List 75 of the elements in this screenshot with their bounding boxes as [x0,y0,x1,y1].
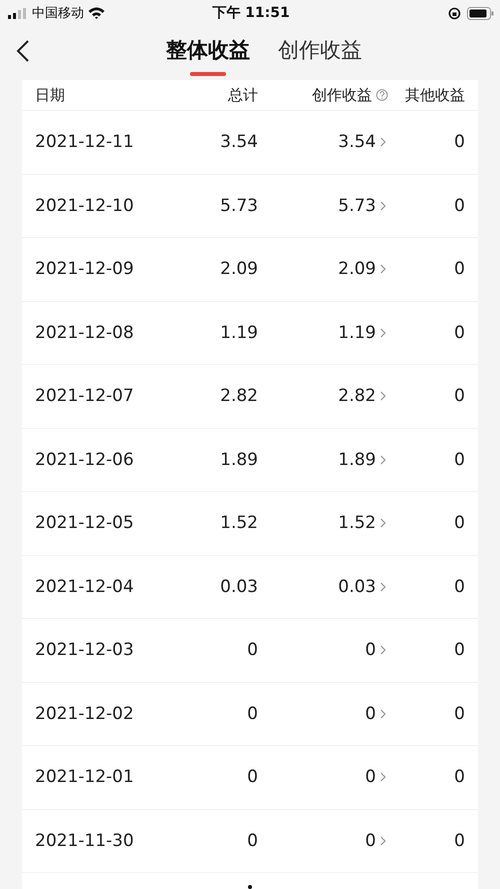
table-cell: 0 [247,704,258,724]
table-cell: 0 [247,830,258,851]
table-cell: 0 [454,830,465,851]
earnings-link[interactable]: 0 [365,830,376,851]
column-header: 其他收益 [405,86,465,104]
table-cell: 0 [454,386,465,406]
table-cell: 1.52 [220,513,258,534]
status-time: 下午 11:51 [212,4,290,22]
chevron-right-icon[interactable] [380,772,386,782]
table-cell: 5.73 [220,196,258,216]
table-cell: 0 [454,196,465,216]
column-header: 日期 [35,86,66,104]
table-cell-text: 2021-11-30 [35,830,135,851]
table-cell: 3.54 [220,132,258,152]
help-icon[interactable] [376,89,388,101]
tab[interactable]: 整体收益 [166,32,250,74]
table-cell: 0 [454,576,465,597]
column-header: 创作收益 [312,86,372,104]
rotation-lock-icon [448,6,461,20]
signal-icon [8,8,28,18]
chevron-right-icon[interactable] [380,518,386,528]
chevron-right-icon[interactable] [380,264,386,274]
table-cell-text: 2021-12-02 [35,704,135,724]
table-cell-text: 2021-12-04 [35,576,135,597]
table-cell-text: 2021-12-01 [35,767,135,788]
table-cell: 0 [454,132,465,152]
table-cell: 0 [247,767,258,788]
column-header: 总计 [228,86,258,104]
chevron-right-icon[interactable] [380,391,386,402]
chevron-right-icon[interactable] [380,836,386,846]
table-cell: 1.19 [220,322,258,343]
earnings-link[interactable]: 0.03 [338,576,376,597]
table-cell: 0 [454,322,465,343]
table-cell: 2.82 [220,386,258,406]
earnings-link[interactable]: 2.09 [338,259,376,280]
earnings-link[interactable]: 1.52 [338,513,376,534]
table-cell: 0 [454,450,465,470]
table-cell-text: 2021-12-11 [35,132,135,152]
back-icon[interactable] [16,39,30,63]
table-cell: 0 [454,513,465,534]
earnings-link[interactable]: 3.54 [338,132,376,152]
earnings-link[interactable]: 0 [365,640,376,660]
chevron-right-icon[interactable] [380,328,386,338]
tab[interactable]: 创作收益 [278,32,362,74]
wifi-icon [88,7,105,19]
table-cell-text: 2021-12-05 [35,513,135,534]
table-cell: 0 [247,640,258,660]
table-cell: 1.89 [220,450,258,470]
chevron-right-icon[interactable] [380,137,386,148]
table-cell-text: 2021-12-06 [35,450,135,470]
chevron-right-icon[interactable] [380,645,386,656]
page-dot-icon [248,885,252,889]
table-cell-text: 2021-12-07 [35,386,135,406]
table-cell: 0 [454,640,465,660]
table-cell: 2.09 [220,259,258,280]
chevron-right-icon[interactable] [380,454,386,465]
earnings-link[interactable]: 0 [365,704,376,724]
table-cell-text: 2021-12-10 [35,196,135,216]
earnings-link[interactable]: 0 [365,767,376,788]
earnings-link[interactable]: 5.73 [338,196,376,216]
chevron-right-icon[interactable] [380,708,386,719]
battery-icon [467,6,494,20]
earnings-link[interactable]: 2.82 [338,386,376,406]
table-cell-text: 2021-12-09 [35,259,135,280]
chevron-right-icon[interactable] [380,582,386,592]
carrier-name: 中国移动 [32,5,84,22]
chevron-right-icon[interactable] [380,200,386,211]
table-cell: 0 [454,704,465,724]
table-cell: 0 [454,259,465,280]
earnings-link[interactable]: 1.19 [338,322,376,343]
table-cell-text: 2021-12-03 [35,640,135,660]
earnings-link[interactable]: 1.89 [338,450,376,470]
table-cell-text: 2021-12-08 [35,322,135,343]
table-cell: 0 [454,767,465,788]
table-cell: 0.03 [220,576,258,597]
